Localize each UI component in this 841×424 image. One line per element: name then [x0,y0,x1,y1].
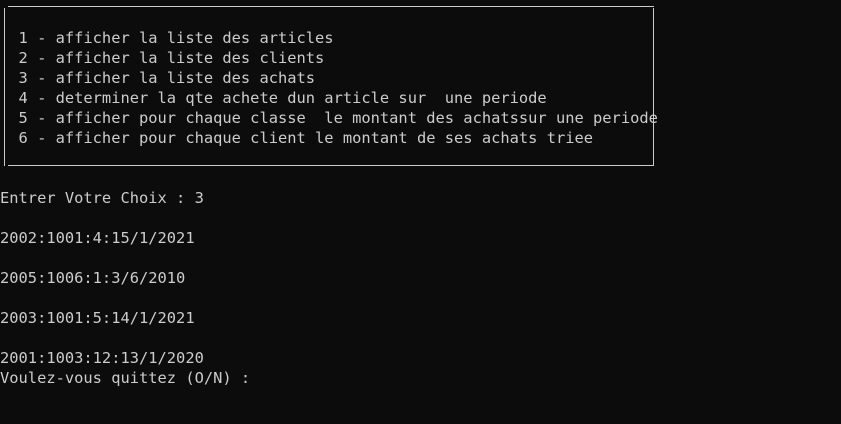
menu-item-2: 2 - afficher la liste des clients [0,49,325,67]
result-line-1: 2002:1001:4:15/1/2021 [0,229,195,247]
console-window[interactable]: 1 - afficher la liste des articles 2 - a… [0,0,841,424]
menu-box-top-border [8,6,654,7]
menu-item-6: 6 - afficher pour chaque client le monta… [0,129,594,147]
menu-item-5: 5 - afficher pour chaque classe le monta… [0,109,658,127]
menu-item-4: 4 - determiner la qte achete dun article… [0,89,547,107]
choice-prompt: Entrer Votre Choix : 3 [0,189,204,207]
menu-box-right-border [653,8,654,166]
result-line-3: 2003:1001:5:14/1/2021 [0,309,195,327]
menu-item-1: 1 - afficher la liste des articles [0,29,334,47]
quit-prompt-input[interactable]: Voulez-vous quittez (O/N) : [0,368,259,388]
menu-box-bottom-border [8,165,654,166]
menu-item-3: 3 - afficher la liste des achats [0,69,316,87]
result-line-4: 2001:1003:12:13/1/2020 [0,349,204,367]
result-line-2: 2005:1006:1:3/6/2010 [0,269,186,287]
